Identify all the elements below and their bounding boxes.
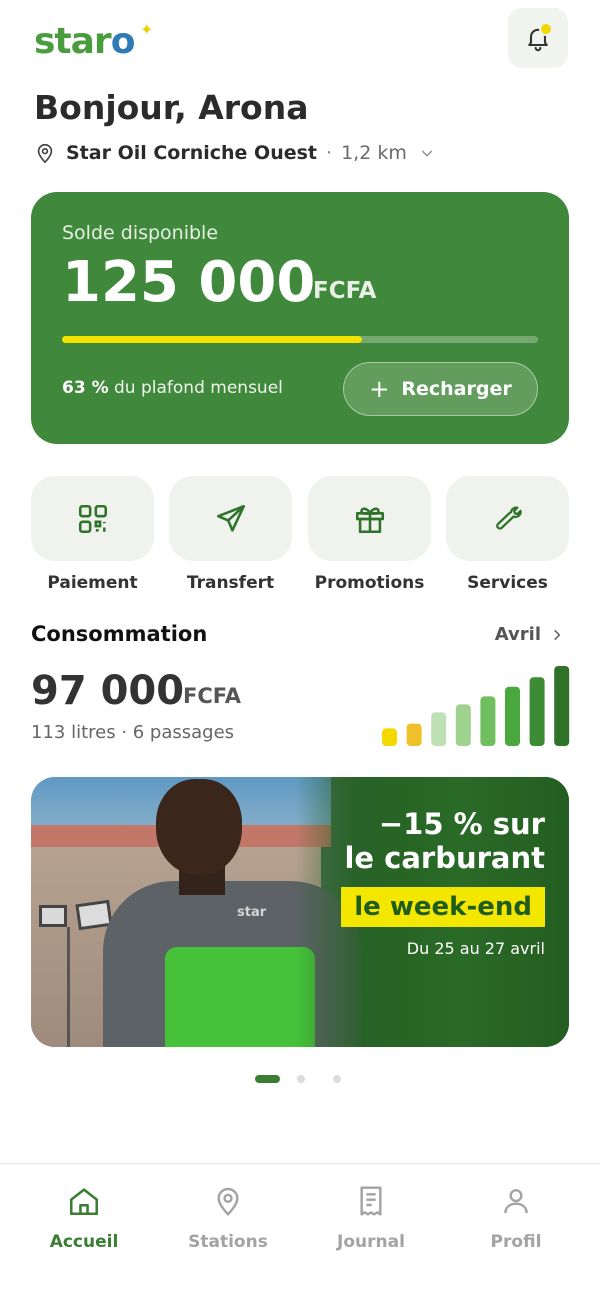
limit-progress-bar xyxy=(62,336,538,343)
station-distance: 1,2 km xyxy=(341,142,407,164)
action-label: Services xyxy=(467,573,548,593)
app-header: staro ✦ xyxy=(32,8,568,68)
tab-label: Journal xyxy=(337,1232,405,1252)
logo-star-icon: ✦ xyxy=(140,20,154,39)
chevron-down-icon xyxy=(421,150,432,157)
tab-label: Stations xyxy=(188,1232,268,1252)
action-services[interactable]: Services xyxy=(446,476,569,593)
tab-accueil[interactable]: Accueil xyxy=(24,1182,144,1252)
action-transfert[interactable]: Transfert xyxy=(169,476,292,593)
tab-stations[interactable]: Stations xyxy=(168,1182,288,1252)
balance-card: Solde disponible 125 000 FCFA 63 % du pl… xyxy=(31,192,569,444)
action-promotions[interactable]: Promotions xyxy=(308,476,431,593)
tab-label: Accueil xyxy=(49,1232,119,1252)
action-label: Paiement xyxy=(47,573,138,593)
action-label: Transfert xyxy=(186,573,275,593)
action-tile[interactable] xyxy=(308,476,431,561)
consumption-bar xyxy=(406,723,422,746)
qr-code-icon xyxy=(78,504,107,533)
consumption-bar xyxy=(382,728,397,746)
balance-currency: FCFA xyxy=(313,278,377,304)
gift-icon xyxy=(355,507,384,533)
map-pin-icon xyxy=(217,1187,239,1217)
action-paiement[interactable]: Paiement xyxy=(31,476,154,593)
limit-percent: 63 % xyxy=(62,378,109,398)
quick-actions: Paiement Transfert Promotions Services xyxy=(31,476,569,596)
consumption-title: Consommation xyxy=(31,622,208,646)
send-icon xyxy=(216,504,245,532)
home-icon xyxy=(69,1188,99,1216)
attendant-apron xyxy=(165,947,315,1047)
consumption-bar xyxy=(431,712,447,746)
location-pin-icon xyxy=(37,143,53,164)
consumption-bar xyxy=(529,677,545,746)
action-tile[interactable] xyxy=(31,476,154,561)
consumption-amount: 97 000 xyxy=(31,668,185,714)
attendant-head xyxy=(156,779,242,875)
promo-line-2: le carburant xyxy=(344,841,545,875)
consumption-bar xyxy=(455,704,471,746)
promo-highlight: le week-end xyxy=(341,887,545,927)
recharge-label: Recharger xyxy=(401,378,512,400)
logo-text: star xyxy=(34,21,112,62)
action-tile[interactable] xyxy=(169,476,292,561)
limit-text: 63 % du plafond mensuel xyxy=(62,378,283,398)
separator-dot: · xyxy=(326,142,333,164)
station-name: Star Oil Corniche Ouest xyxy=(66,142,318,164)
month-label: Avril xyxy=(494,624,541,645)
bottom-tab-bar: Accueil Stations Journal Profil xyxy=(0,1163,600,1298)
consumption-bar-chart xyxy=(382,666,570,746)
action-label: Promotions xyxy=(314,573,425,593)
receipt-icon xyxy=(360,1186,382,1216)
tab-profil[interactable]: Profil xyxy=(456,1182,576,1252)
tab-label: Profil xyxy=(490,1232,542,1252)
balance-amount: 125 000 xyxy=(62,250,316,315)
plus-icon: + xyxy=(369,375,390,403)
floodlight xyxy=(39,905,67,927)
consumption-bar xyxy=(505,686,520,746)
tab-journal[interactable]: Journal xyxy=(311,1182,431,1252)
shirt-logo: star xyxy=(237,905,267,920)
promo-pole xyxy=(67,927,70,1047)
promo-banner[interactable]: star −15 % sur le carburant le week-end … xyxy=(31,777,569,1047)
consumption-details: 113 litres · 6 passages xyxy=(31,722,235,743)
promo-headline: −15 % sur le carburant xyxy=(344,807,545,875)
carousel-dot[interactable] xyxy=(297,1075,305,1083)
consumption-bar xyxy=(480,696,496,746)
station-selector[interactable]: Star Oil Corniche Ouest · 1,2 km xyxy=(34,138,435,168)
promo-dates: Du 25 au 27 avril xyxy=(406,939,545,958)
user-icon xyxy=(504,1189,528,1214)
recharge-button[interactable]: + Recharger xyxy=(343,362,538,416)
month-selector[interactable]: Avril xyxy=(495,624,564,645)
carousel-dot[interactable] xyxy=(333,1075,341,1083)
consumption-bar xyxy=(554,666,570,746)
carousel-dots xyxy=(255,1075,369,1083)
carousel-dot-active[interactable] xyxy=(255,1075,280,1083)
greeting-title: Bonjour, Arona xyxy=(34,88,309,127)
action-tile[interactable] xyxy=(446,476,569,561)
wrench-icon xyxy=(495,505,522,530)
chevron-right-icon xyxy=(554,629,561,640)
limit-label: du plafond mensuel xyxy=(114,378,283,398)
consumption-currency: FCFA xyxy=(183,684,241,708)
notifications-button[interactable] xyxy=(508,8,568,68)
promo-line-1: −15 % sur xyxy=(378,807,545,841)
star-logo: staro xyxy=(34,21,136,62)
notification-badge xyxy=(539,22,553,36)
balance-label: Solde disponible xyxy=(62,222,219,244)
limit-progress-fill xyxy=(62,336,362,343)
logo-letter-o: o xyxy=(110,21,136,62)
